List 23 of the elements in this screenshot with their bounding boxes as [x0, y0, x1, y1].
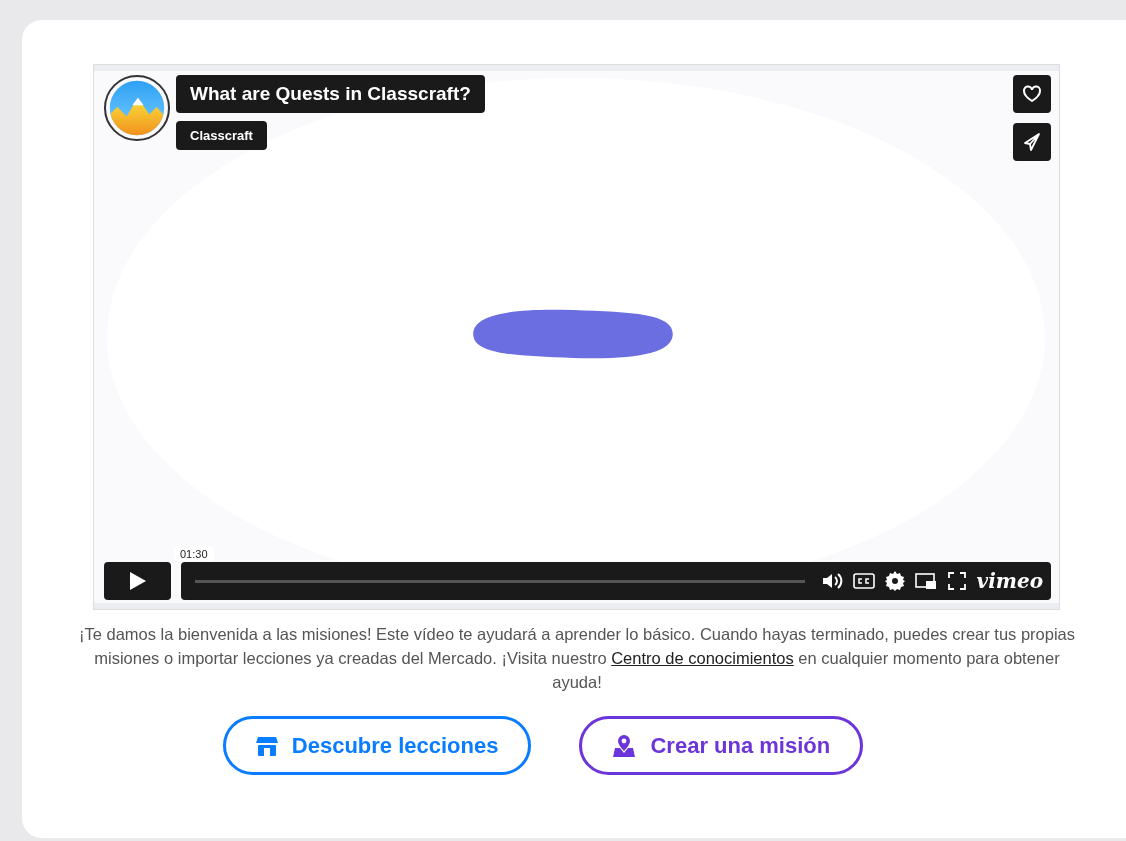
- store-icon: [255, 734, 278, 757]
- time-tooltip: 01:30: [174, 546, 214, 562]
- action-button[interactable]: Descubre lecciones: [222, 716, 532, 775]
- captions-icon[interactable]: [852, 572, 875, 590]
- map-pin-icon: [612, 733, 637, 758]
- channel-avatar-icon: [104, 75, 170, 141]
- channel-name[interactable]: Classcraft: [176, 121, 267, 150]
- volume-icon[interactable]: [820, 571, 843, 591]
- settings-icon[interactable]: [884, 571, 905, 591]
- description-text: ¡Te damos la bienvenida a las misiones! Este vídeo te ayudará a aprender lo básico. Cuando hayas terminado, puedes crear tus propias misiones o importar lecciones ya creadas del Mercado. ¡Visita nuestro Centro de conocimientos en cualquier momento para obtener ayuda!: [77, 624, 1077, 693]
- like-button[interactable]: [1013, 75, 1051, 113]
- send-icon: [1022, 132, 1042, 152]
- play-icon: [128, 571, 147, 591]
- knowledge-center-link[interactable]: Centro de conocimientos: [611, 649, 794, 667]
- picture-in-picture-icon[interactable]: [914, 572, 937, 590]
- vimeo-logo[interactable]: vimeo: [976, 569, 1043, 593]
- heart-icon: [1022, 85, 1042, 103]
- video-title[interactable]: What are Quests in Classcraft?: [176, 75, 485, 113]
- action-button[interactable]: Crear una misión: [579, 716, 864, 775]
- fullscreen-icon[interactable]: [946, 571, 967, 591]
- share-button[interactable]: [1013, 123, 1051, 161]
- play-button[interactable]: [104, 562, 171, 600]
- progress-track[interactable]: [195, 579, 805, 583]
